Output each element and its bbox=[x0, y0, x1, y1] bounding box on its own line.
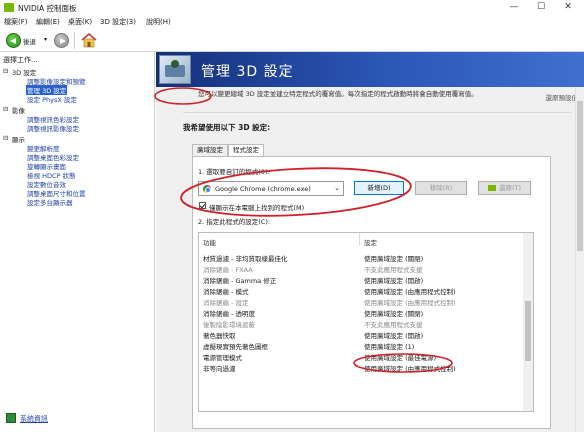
feature-setting[interactable]: 不支此應用程式支援 bbox=[364, 264, 423, 274]
main-scrollbar[interactable] bbox=[575, 87, 584, 432]
feature-setting[interactable]: 使用廣域設定 (由應用程式控制) bbox=[364, 286, 456, 296]
title-bar: NVIDIA 控制面板 — ☐ ✕ bbox=[0, 0, 584, 15]
table-row[interactable]: 消除鋸齒 - 設定 使用廣域設定 (由應用程式控制) bbox=[199, 296, 525, 307]
only-found-checkbox[interactable] bbox=[199, 202, 206, 209]
table-row[interactable]: 電源管理模式 使用廣域設定 (最佳電源) bbox=[199, 351, 525, 362]
menu-desktop[interactable]: 桌面(K) bbox=[68, 17, 92, 27]
table-row[interactable]: 消除鋸齒 - 模式 使用廣域設定 (由應用程式控制) bbox=[199, 285, 525, 296]
feature-setting[interactable]: 使用廣域設定 (1) bbox=[364, 341, 414, 351]
page-title: 管理 3D 設定 bbox=[201, 64, 294, 80]
table-row[interactable]: 著色器快取 使用廣域設定 (開啟) bbox=[199, 329, 525, 340]
feature-setting[interactable]: 使用廣域設定 (關閉) bbox=[364, 253, 423, 263]
3d-settings-icon bbox=[159, 55, 191, 84]
restore-program-button[interactable]: 還原(T) bbox=[478, 181, 531, 195]
sidebar-header: 選擇工作... bbox=[3, 56, 38, 64]
list-scrollbar[interactable] bbox=[523, 233, 533, 411]
feature-name: 材質過濾 - 非均質取樣最佳化 bbox=[203, 255, 288, 263]
toolbar-divider bbox=[74, 32, 75, 49]
table-row[interactable]: 消除鋸齒 - Gamma 修正 使用廣域設定 (開啟) bbox=[199, 274, 525, 285]
menu-help[interactable]: 說明(H) bbox=[146, 17, 171, 27]
feature-setting[interactable]: 使用廣域設定 (由應用程式控制) bbox=[364, 363, 456, 373]
home-icon[interactable] bbox=[80, 32, 98, 48]
feature-name: 消除鋸齒 - 模式 bbox=[203, 288, 249, 296]
minimize-button[interactable]: — bbox=[501, 1, 527, 14]
feature-name: 消除鋸齒 - 透明度 bbox=[203, 310, 255, 318]
feature-name: 電源管理模式 bbox=[203, 354, 242, 362]
feature-name: 著色器快取 bbox=[203, 332, 236, 340]
nvidia-restore-icon bbox=[487, 185, 496, 191]
table-row[interactable]: 消除鋸齒 - FXAA 不支此應用程式支援 bbox=[199, 263, 525, 274]
feature-setting[interactable]: 使用廣域設定 (開啟) bbox=[364, 275, 423, 285]
collapse-video-icon[interactable]: ⊟ bbox=[3, 105, 8, 113]
main-pane: 管理 3D 設定 還原預設值 您可以變更總域 3D 設定並建立特定程式的覆寫值。… bbox=[156, 52, 584, 432]
table-row[interactable]: 消除鋸齒 - 透明度 使用廣域設定 (關閉) bbox=[199, 307, 525, 318]
system-info-icon bbox=[6, 413, 16, 423]
preference-heading: 我希望使用以下 3D 設定: bbox=[183, 123, 271, 132]
remove-program-button[interactable]: 移除(R) bbox=[415, 181, 467, 195]
chrome-icon bbox=[203, 185, 211, 193]
system-info-link[interactable]: 系統資訊 bbox=[20, 414, 48, 424]
close-button[interactable]: ✕ bbox=[555, 1, 581, 14]
table-row[interactable]: 非等向過濾 使用廣域設定 (由應用程式控制) bbox=[199, 362, 525, 373]
feature-setting[interactable]: 使用廣域設定 (由應用程式控制) bbox=[364, 297, 456, 307]
page-banner: 管理 3D 設定 bbox=[156, 52, 584, 87]
collapse-3d-icon[interactable]: ⊟ bbox=[3, 67, 8, 75]
back-history-dropdown[interactable]: ▾ bbox=[44, 36, 47, 43]
maximize-button[interactable]: ☐ bbox=[528, 1, 554, 14]
menu-edit[interactable]: 編輯(E) bbox=[36, 17, 60, 27]
feature-setting[interactable]: 不支此應用程式支援 bbox=[364, 319, 423, 329]
program-select-value: Google Chrome (chrome.exe) bbox=[215, 185, 311, 193]
back-button-label[interactable]: 後退 bbox=[23, 36, 36, 46]
add-program-button[interactable]: 新增(D) bbox=[354, 181, 404, 195]
feature-setting[interactable]: 使用廣域設定 (關閉) bbox=[364, 308, 423, 318]
table-row[interactable]: 後製陰影環境遮蔽 不支此應用程式支援 bbox=[199, 318, 525, 329]
chevron-down-icon: ⌄ bbox=[334, 184, 340, 192]
tab-global-settings[interactable]: 廣域設定 bbox=[192, 144, 228, 156]
list-scrollbar-thumb[interactable] bbox=[525, 301, 531, 361]
column-header-setting[interactable]: 設定 bbox=[364, 237, 377, 247]
page-description: 您可以變更總域 3D 設定並建立特定程式的覆寫值。每次指定的程式啟動時將會自動使… bbox=[198, 90, 478, 98]
tree-group-display[interactable]: 顯示 bbox=[12, 134, 25, 144]
step2-label: 2. 指定此程式的設定(C): bbox=[198, 218, 271, 226]
column-divider bbox=[359, 233, 360, 246]
main-scrollbar-thumb[interactable] bbox=[577, 101, 583, 251]
feature-name: 後製陰影環境遮蔽 bbox=[203, 321, 255, 329]
program-settings-panel: 1. 選取要自訂的程式(0): Google Chrome (chrome.ex… bbox=[192, 156, 551, 429]
window-title: NVIDIA 控制面板 bbox=[18, 4, 77, 13]
menu-3d-settings[interactable]: 3D 設定(3) bbox=[100, 17, 136, 27]
feature-setting[interactable]: 使用廣域設定 (開啟) bbox=[364, 330, 423, 340]
feature-name: 消除鋸齒 - Gamma 修正 bbox=[203, 277, 277, 285]
task-sidebar: 選擇工作... ⊟ 3D 設定 調整影像設定和預覽 管理 3D 設定 設定 Ph… bbox=[0, 52, 155, 432]
step1-label: 1. 選取要自訂的程式(0): bbox=[198, 168, 270, 176]
feature-settings-list[interactable]: 功能 設定 材質過濾 - 非均質取樣最佳化 使用廣域設定 (關閉) 消除鋸齒 - … bbox=[198, 232, 534, 412]
section-divider bbox=[183, 112, 571, 113]
tree-item-multi-display[interactable]: 設定多台顯示器 bbox=[27, 197, 73, 207]
tree-item-physx[interactable]: 設定 PhysX 設定 bbox=[27, 94, 77, 104]
nvidia-logo-icon bbox=[4, 3, 14, 12]
menu-bar: 檔案(F) 編輯(E) 桌面(K) 3D 設定(3) 說明(H) bbox=[0, 15, 584, 28]
tree-group-video[interactable]: 影像 bbox=[12, 105, 25, 115]
restore-program-label: 還原(T) bbox=[498, 184, 522, 192]
feature-name: 消除鋸齒 - FXAA bbox=[203, 266, 253, 274]
feature-name: 非等向過濾 bbox=[203, 365, 236, 373]
tree-item-video-image[interactable]: 調整視訊影像設定 bbox=[27, 123, 79, 133]
table-row[interactable]: 材質過濾 - 非均質取樣最佳化 使用廣域設定 (關閉) bbox=[199, 252, 525, 263]
collapse-display-icon[interactable]: ⊟ bbox=[3, 134, 8, 142]
toolbar: 後退 ▾ bbox=[0, 28, 584, 52]
only-found-label[interactable]: 僅顯示在本電腦上找到的程式(M) bbox=[209, 202, 304, 212]
menu-file[interactable]: 檔案(F) bbox=[4, 17, 28, 27]
column-header-feature[interactable]: 功能 bbox=[203, 237, 216, 247]
table-row[interactable]: 虛擬現實預先著色圖框 使用廣域設定 (1) bbox=[199, 340, 525, 351]
back-arrow-icon[interactable] bbox=[6, 33, 21, 48]
feature-setting[interactable]: 使用廣域設定 (最佳電源) bbox=[364, 352, 436, 362]
feature-name: 消除鋸齒 - 設定 bbox=[203, 299, 249, 307]
forward-arrow-icon[interactable] bbox=[54, 33, 69, 48]
restore-defaults-link[interactable]: 還原預設值 bbox=[546, 92, 579, 102]
feature-name: 虛擬現實預先著色圖框 bbox=[203, 343, 268, 351]
program-select[interactable]: Google Chrome (chrome.exe) ⌄ bbox=[198, 181, 344, 196]
